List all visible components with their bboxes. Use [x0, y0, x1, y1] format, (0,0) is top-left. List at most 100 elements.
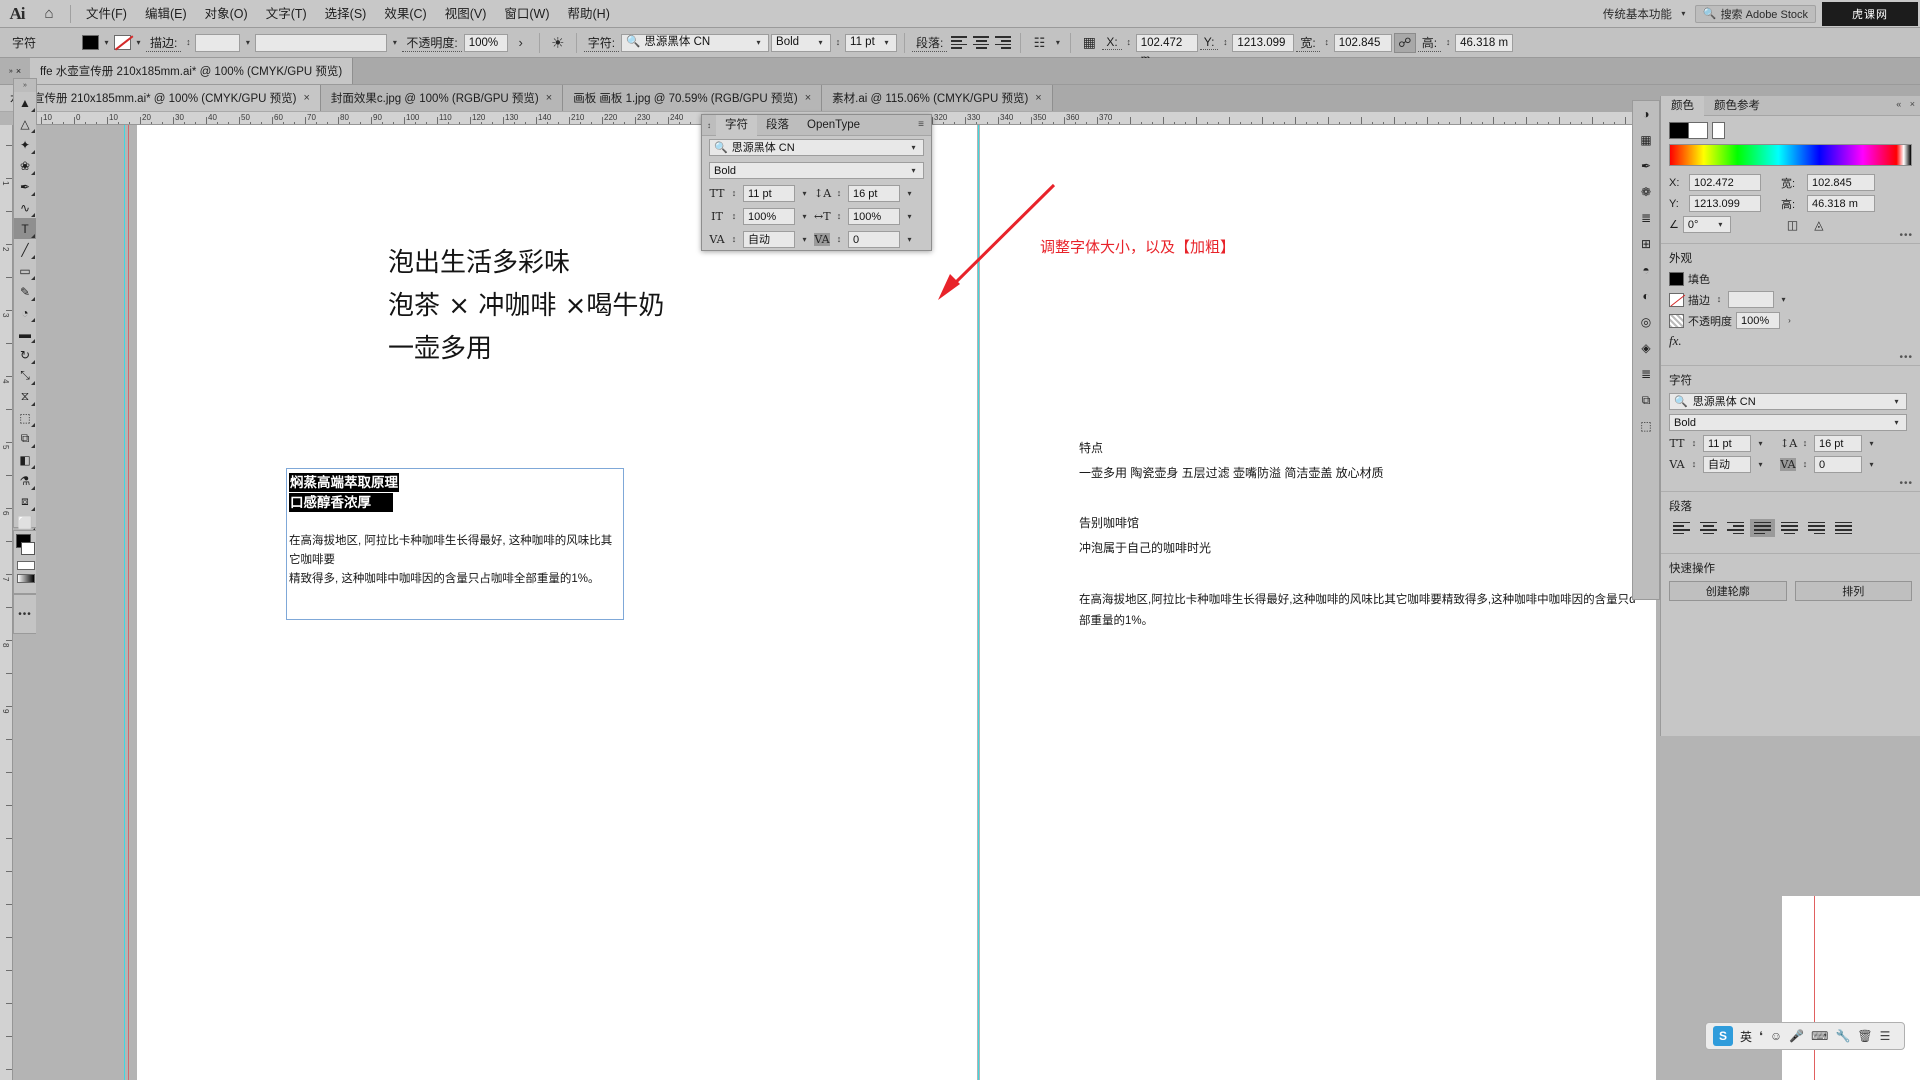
home-icon[interactable]: ⌂: [34, 5, 64, 22]
select-similar-icon[interactable]: ☷: [1028, 33, 1050, 53]
transform-x-field[interactable]: 102.472: [1689, 174, 1761, 191]
character-section-menu-icon[interactable]: •••: [1899, 478, 1913, 489]
font-size-chevron-down-icon[interactable]: ▾: [881, 34, 892, 51]
canvas-area[interactable]: 泡出生活多彩味 泡茶 × 冲咖啡 ×喝牛奶 一壶多用 焖蒸高端萃取原理 口感醇香…: [36, 125, 1656, 1080]
color-fill-swatch[interactable]: [1669, 122, 1689, 139]
appearance-stroke-swatch[interactable]: [1669, 292, 1684, 307]
y-field[interactable]: 1213.099: [1232, 33, 1295, 52]
lock-proportions-icon[interactable]: ☍: [1393, 32, 1416, 53]
magic-wand-tool[interactable]: ✦: [14, 134, 36, 155]
cp-font-style-combo[interactable]: Bold ▾: [709, 162, 924, 179]
rp-leading-field[interactable]: 16 pt: [1814, 435, 1862, 452]
fill-swatch[interactable]: [82, 35, 100, 50]
character-panel-tab-0[interactable]: 字符: [716, 114, 757, 136]
color-stroke-swatch[interactable]: [1688, 122, 1708, 139]
cp-hscale-chevron-down-icon[interactable]: ▾: [904, 212, 915, 221]
align-right-icon[interactable]: [1723, 519, 1748, 537]
cp-vertical-scale-field[interactable]: 100%: [743, 208, 795, 225]
shape-builder-tool[interactable]: ⧉: [14, 428, 36, 449]
close-tab-icon[interactable]: ×: [805, 92, 811, 104]
document-tab-row1-0[interactable]: ffe 水壶宣传册 210x185mm.ai* @ 100% (CMYK/GPU…: [30, 58, 354, 84]
appearance-stroke-field[interactable]: [1728, 291, 1774, 308]
stroke-weight-chevron-down-icon[interactable]: ▾: [242, 38, 253, 47]
rp-font-style-chevron-down-icon[interactable]: ▾: [1891, 415, 1902, 431]
cp-tracking-field[interactable]: 0: [848, 231, 900, 248]
stroke-chevron-down-icon[interactable]: ▾: [133, 38, 144, 47]
font-style-combo[interactable]: Bold ▾: [771, 33, 832, 52]
cp-kerning-stepper[interactable]: ↕: [729, 235, 739, 244]
stroke-profile-field[interactable]: [255, 33, 388, 52]
cp-font-size-field[interactable]: 11 pt: [743, 185, 795, 202]
appearance-panel-icon[interactable]: ◎: [1633, 309, 1659, 335]
mic-icon[interactable]: 🎤: [1789, 1029, 1804, 1043]
symbols-panel-icon[interactable]: ❁: [1633, 179, 1659, 205]
smiley-icon[interactable]: ☺: [1770, 1029, 1782, 1043]
gradient-tool[interactable]: ◧: [14, 449, 36, 470]
close-panel-icon[interactable]: ×: [1910, 99, 1915, 109]
keyboard-icon[interactable]: ⌨: [1811, 1029, 1828, 1043]
cp-font-style-chevron-down-icon[interactable]: ▾: [908, 163, 919, 179]
rp-kerning-field[interactable]: 自动: [1703, 456, 1751, 473]
rp-font-family-chevron-down-icon[interactable]: ▾: [1891, 394, 1902, 410]
menu-item-2[interactable]: 对象(O): [196, 0, 257, 28]
adobe-stock-search[interactable]: 🔍 搜索 Adobe Stock: [1694, 4, 1816, 23]
transform-y-field[interactable]: 1213.099: [1689, 195, 1761, 212]
paintbrush-tool[interactable]: ✎: [14, 281, 36, 302]
color-mode-icon[interactable]: [17, 561, 35, 570]
appearance-opacity-field[interactable]: 100%: [1736, 312, 1780, 329]
stroke-swatch[interactable]: [114, 35, 132, 50]
hero-text-block[interactable]: 泡出生活多彩味 泡茶 × 冲咖啡 ×喝牛奶 一壶多用: [388, 242, 664, 371]
transform-h-field[interactable]: 46.318 m: [1807, 195, 1875, 212]
rp-font-size-field[interactable]: 11 pt: [1703, 435, 1751, 452]
eyedropper-tool[interactable]: ⚗: [14, 470, 36, 491]
close-tab-icon[interactable]: ×: [546, 92, 552, 104]
layers-panel-icon[interactable]: ≣: [1633, 361, 1659, 387]
menu-item-4[interactable]: 选择(S): [316, 0, 376, 28]
width-tool[interactable]: ⧖: [14, 386, 36, 407]
close-tab-icon[interactable]: ×: [1035, 92, 1041, 104]
cp-kerning-chevron-down-icon[interactable]: ▾: [799, 235, 810, 244]
w-field[interactable]: 102.845: [1333, 33, 1392, 52]
character-panel-tab-2[interactable]: OpenType: [798, 115, 869, 136]
x-field[interactable]: 102.472 m: [1135, 33, 1198, 66]
font-size-stepper[interactable]: ↕: [833, 38, 843, 47]
character-panel-menu-icon[interactable]: ≡: [918, 119, 925, 130]
justify-all-icon[interactable]: [1831, 519, 1856, 537]
align-right-icon[interactable]: [993, 34, 1013, 52]
menu-item-6[interactable]: 视图(V): [436, 0, 496, 28]
select-similar-chevron-down-icon[interactable]: ▾: [1052, 38, 1063, 47]
eraser-tool[interactable]: ▬: [14, 323, 36, 344]
appearance-stroke-stepper[interactable]: ↕: [1714, 295, 1724, 304]
cp-font-family-combo[interactable]: 🔍 思源黑体 CN ▾: [709, 139, 924, 156]
color-panel-tab-1[interactable]: 颜色参考: [1704, 96, 1770, 116]
y-stepper[interactable]: ↕: [1220, 38, 1230, 47]
reference-point-icon[interactable]: ▦: [1078, 33, 1100, 53]
workspace-switcher[interactable]: 传统基本功能: [1597, 6, 1678, 22]
justify-last-center-icon[interactable]: [1777, 519, 1802, 537]
links-panel-icon[interactable]: ⧉: [1633, 387, 1659, 413]
rp-tracking-chevron-down-icon[interactable]: ▾: [1866, 460, 1877, 469]
font-family-combo[interactable]: 🔍 思源黑体 CN ▾: [621, 33, 770, 52]
h-field[interactable]: 46.318 m: [1455, 33, 1514, 52]
artboards-panel-icon[interactable]: ⬚: [1633, 413, 1659, 439]
cp-kerning-field[interactable]: 自动: [743, 231, 795, 248]
fill-chevron-down-icon[interactable]: ▾: [101, 38, 112, 47]
transform-angle-field[interactable]: 0° ▾: [1682, 216, 1731, 233]
workspace-chevron-down-icon[interactable]: ▾: [1678, 9, 1689, 18]
free-transform-tool[interactable]: ⬚: [14, 407, 36, 428]
menu-item-5[interactable]: 效果(C): [375, 0, 435, 28]
stroke-weight-field[interactable]: [195, 33, 241, 52]
gradient-mode-icon[interactable]: [17, 574, 35, 583]
cp-leading-stepper[interactable]: ↕: [834, 189, 844, 198]
swatches-panel-icon[interactable]: ▦: [1633, 127, 1659, 153]
cp-size-stepper[interactable]: ↕: [729, 189, 739, 198]
document-tab-row2-2[interactable]: 画板 画板 1.jpg @ 70.59% (RGB/GPU 预览) ×: [563, 85, 823, 111]
cp-vscale-chevron-down-icon[interactable]: ▾: [799, 212, 810, 221]
curvature-tool[interactable]: ∿: [14, 197, 36, 218]
tools-stroke-swatch[interactable]: [21, 542, 35, 555]
transform-menu-icon[interactable]: •••: [1899, 230, 1913, 241]
color-panel-icon[interactable]: ◑: [1633, 101, 1659, 127]
appearance-menu-icon[interactable]: •••: [1899, 352, 1913, 363]
h-stepper[interactable]: ↕: [1443, 38, 1453, 47]
flip-vertical-icon[interactable]: ◬: [1814, 218, 1823, 232]
